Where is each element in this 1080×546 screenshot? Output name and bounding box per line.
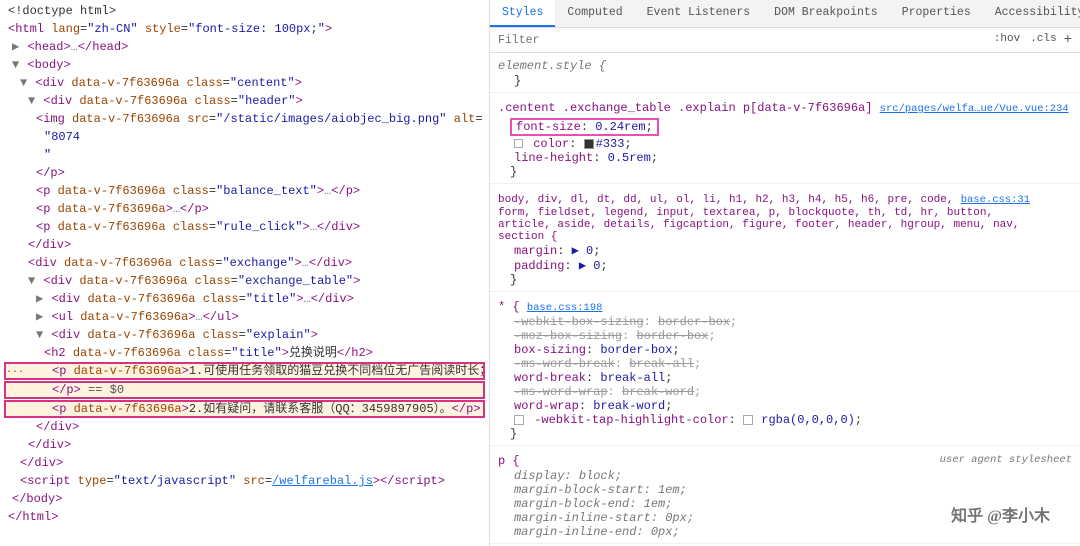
dom-line-highlighted-2[interactable]: </p> == $0: [4, 381, 485, 399]
style-prop-tap-highlight: -webkit-tap-highlight-color: rgba(0,0,0,…: [498, 413, 1072, 427]
dom-line[interactable]: </body>: [4, 490, 485, 508]
style-prop-padding: padding: ▶ 0;: [498, 258, 1072, 273]
dom-line[interactable]: </p>: [4, 164, 485, 182]
dom-line[interactable]: <p data-v-7f63696a>…</p>: [4, 200, 485, 218]
filter-bar: :hov .cls +: [490, 28, 1080, 53]
dom-line[interactable]: </div>: [4, 418, 485, 436]
styles-panel: Styles Computed Event Listeners DOM Brea…: [490, 0, 1080, 546]
dom-line[interactable]: </div>: [4, 436, 485, 454]
rule-universal-block: * { base.css:198 -webkit-box-sizing: bor…: [490, 298, 1080, 446]
style-prop-ms-word-break: -ms-word-break: break-all;: [498, 357, 1072, 371]
add-style-button[interactable]: +: [1064, 32, 1072, 48]
dom-line[interactable]: ▼ <div data-v-7f63696a class="exchange_t…: [4, 272, 485, 290]
hov-button[interactable]: :hov: [991, 32, 1023, 48]
rule-p-block: p { user agent stylesheet display: block…: [490, 452, 1080, 544]
style-prop-webkit-box-sizing: -webkit-box-sizing: border-box;: [498, 315, 1072, 329]
style-prop-display: display: block;: [498, 469, 1072, 483]
style-prop-lineheight: line-height: 0.5rem;: [498, 151, 1072, 165]
style-prop-margin: margin: ▶ 0;: [498, 243, 1072, 258]
tab-properties[interactable]: Properties: [890, 0, 983, 27]
rule-base-block: body, div, dl, dt, dd, ul, ol, li, h1, h…: [490, 190, 1080, 292]
user-agent-label: user agent stylesheet: [940, 454, 1072, 466]
prop-checkbox-2[interactable]: [514, 415, 524, 425]
color-swatch-rgba: [743, 415, 753, 425]
tab-accessibility[interactable]: Accessibility: [983, 0, 1080, 27]
element-style-label: element.style {: [498, 59, 606, 73]
dom-line[interactable]: "8074: [4, 128, 485, 146]
dom-line[interactable]: ▼ <div data-v-7f63696a class="explain">: [4, 326, 485, 344]
style-source[interactable]: src/pages/welfa…ue/Vue.vue:234: [880, 103, 1069, 115]
style-prop-word-wrap: word-wrap: break-word;: [498, 399, 1072, 413]
style-selector-universal: * {: [498, 300, 520, 314]
section-selector: section {: [498, 231, 557, 243]
dom-line[interactable]: <img data-v-7f63696a src="/static/images…: [4, 110, 485, 128]
style-prop-margin-block-end: margin-block-end: 1em;: [498, 497, 1072, 511]
style-prop-margin-inline-start: margin-inline-start: 0px;: [498, 511, 1072, 525]
style-prop-ms-word-wrap: -ms-word-wrap: break-word;: [498, 385, 1072, 399]
dom-line[interactable]: <div data-v-7f63696a class="exchange">…<…: [4, 254, 485, 272]
dom-line[interactable]: <html lang="zh-CN" style="font-size: 100…: [4, 20, 485, 38]
style-source-base198[interactable]: base.css:198: [527, 302, 603, 314]
style-selector-p: p {: [498, 454, 520, 468]
dom-line[interactable]: </html>: [4, 508, 485, 526]
dom-line[interactable]: ▶ <ul data-v-7f63696a>…</ul>: [4, 308, 485, 326]
dom-line[interactable]: ▼ <div data-v-7f63696a class="centent">: [4, 74, 485, 92]
style-selector: .centent .exchange_table .explain p[data…: [498, 101, 872, 115]
style-prop-box-sizing: box-sizing: border-box;: [498, 343, 1072, 357]
prop-checkbox[interactable]: [514, 139, 523, 148]
style-source-base31[interactable]: base.css:31: [961, 194, 1030, 206]
dom-line-highlighted-3[interactable]: <p data-v-7f63696a>2.如有疑问，请联系客服（QQ：34598…: [4, 400, 485, 418]
style-prop-color: color: #333;: [498, 137, 1072, 151]
dom-panel[interactable]: <!doctype html> <html lang="zh-CN" style…: [0, 0, 490, 546]
tab-dom-breakpoints[interactable]: DOM Breakpoints: [762, 0, 890, 27]
color-swatch-333: [584, 139, 594, 149]
dom-line[interactable]: ▶ <div data-v-7f63696a class="title">…</…: [4, 290, 485, 308]
rule-exchange-table-block: .centent .exchange_table .explain p[data…: [490, 99, 1080, 184]
dom-line[interactable]: </div>: [4, 236, 485, 254]
styles-content[interactable]: element.style { } .centent .exchange_tab…: [490, 53, 1080, 546]
dom-line[interactable]: </div>: [4, 454, 485, 472]
dom-line[interactable]: <h2 data-v-7f63696a class="title">兑换说明</…: [4, 344, 485, 362]
tab-computed[interactable]: Computed: [555, 0, 634, 27]
panel-tabs: Styles Computed Event Listeners DOM Brea…: [490, 0, 1080, 28]
dom-line-highlighted-1[interactable]: ... <p data-v-7f63696a>1.可使用任务领取的猫豆兑换不同档…: [4, 362, 485, 380]
tab-styles[interactable]: Styles: [490, 0, 555, 27]
dom-line[interactable]: ": [4, 146, 485, 164]
dom-line[interactable]: <script type="text/javascript" src=/welf…: [4, 472, 485, 490]
style-prop-moz-box-sizing: -moz-box-sizing: border-box;: [498, 329, 1072, 343]
dom-line[interactable]: ▼ <div data-v-7f63696a class="header">: [4, 92, 485, 110]
cls-button[interactable]: .cls: [1027, 32, 1059, 48]
style-prop-margin-block-start: margin-block-start: 1em;: [498, 483, 1072, 497]
dom-line[interactable]: <p data-v-7f63696a class="balance_text">…: [4, 182, 485, 200]
dom-line[interactable]: <!doctype html>: [4, 2, 485, 20]
filter-input[interactable]: [498, 34, 991, 47]
style-prop-margin-inline-end: margin-inline-end: 0px;: [498, 525, 1072, 539]
element-style-block: element.style { }: [490, 57, 1080, 93]
tab-event-listeners[interactable]: Event Listeners: [635, 0, 763, 27]
dom-line[interactable]: ▶ <head>…</head>: [4, 38, 485, 56]
style-selector-body: body, div, dl, dt, dd, ul, ol, li, h1, h…: [498, 194, 953, 206]
highlighted-property: font-size: 0.24rem;: [510, 118, 659, 136]
style-prop-word-break: word-break: break-all;: [498, 371, 1072, 385]
dom-line[interactable]: <p data-v-7f63696a class="rule_click">…<…: [4, 218, 485, 236]
dom-line[interactable]: ▼ <body>: [4, 56, 485, 74]
